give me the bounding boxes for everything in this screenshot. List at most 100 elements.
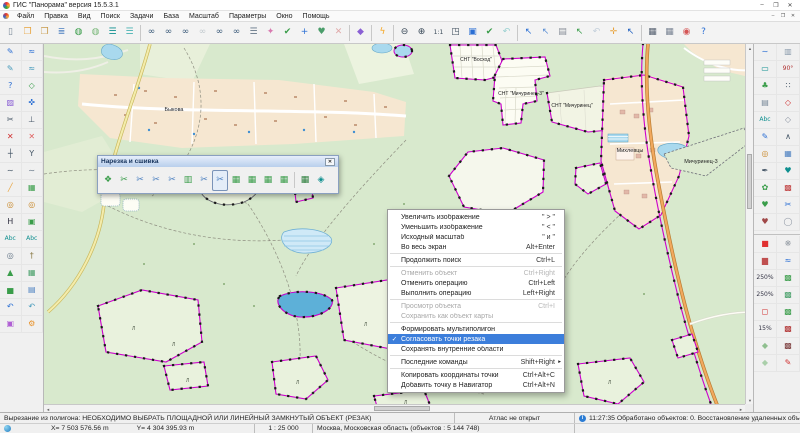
accept-operation-button[interactable]: ✔: [481, 24, 498, 42]
cut-fragment-del-button[interactable]: ▩: [777, 304, 800, 321]
menu-item-zoom-out[interactable]: Уменьшить изображение" < ": [388, 222, 564, 232]
select-area-button[interactable]: ↖: [537, 24, 554, 42]
select-fade-button[interactable]: ◆: [754, 355, 777, 372]
wave-blue-button[interactable]: ≈: [777, 253, 800, 270]
zoom-15-button[interactable]: 15%: [754, 321, 777, 338]
menu-item-zoom-in[interactable]: Увеличить изображение" > ": [388, 212, 564, 222]
edit-arc-button[interactable]: ∼: [0, 163, 22, 180]
edit-polyline-button[interactable]: ∼: [754, 44, 777, 61]
selected-pond[interactable]: [394, 45, 412, 57]
menu-item-match-cutter-points[interactable]: ✓Согласовать точки резака: [388, 334, 564, 344]
copy-map-button[interactable]: ◍: [87, 24, 104, 42]
menu-item-form-multipolygon[interactable]: Формировать мультиполигон: [388, 324, 564, 334]
measure-point-button[interactable]: ◎: [0, 248, 22, 265]
move-object-button[interactable]: ✜: [22, 95, 44, 112]
paste-object-button[interactable]: ▣: [22, 214, 44, 231]
ellipse-tool-button[interactable]: ◯: [777, 214, 800, 231]
copy-fragment-button[interactable]: ▦: [22, 265, 44, 282]
select-by-condition-button[interactable]: ✔: [279, 24, 296, 42]
stitch-objects-button[interactable]: ▥: [180, 170, 196, 191]
menu-масштаб[interactable]: Масштаб: [184, 11, 224, 21]
cut-by-frame-button[interactable]: ✂: [116, 170, 132, 191]
menu-item-original-scale[interactable]: Исходный масштаб" и ": [388, 232, 564, 242]
find-continue-button[interactable]: ∞: [177, 24, 194, 42]
close-button[interactable]: ✕: [783, 1, 797, 10]
profile-zigzag-button[interactable]: ∧: [777, 129, 800, 146]
pan-frame-button[interactable]: ▣: [464, 24, 481, 42]
child-maximize-button[interactable]: ❐: [778, 12, 788, 20]
open-map-button[interactable]: ❒: [19, 24, 36, 42]
branch-line-button[interactable]: Y: [22, 146, 44, 163]
scroll-down-arrow[interactable]: ▼: [746, 396, 753, 404]
delete-site-button[interactable]: ✕: [22, 129, 44, 146]
options-gear-button[interactable]: ⚙: [22, 316, 44, 333]
grid-red-button[interactable]: ▩: [777, 180, 800, 197]
horizontal-symbol-button[interactable]: H: [0, 214, 22, 231]
context-help-button[interactable]: ?: [695, 24, 712, 42]
grid-blue-button[interactable]: ▦: [777, 146, 800, 163]
object-list-button[interactable]: ☰: [245, 24, 262, 42]
find-by-name-button[interactable]: ∞: [160, 24, 177, 42]
label-abc-button[interactable]: Abc: [754, 112, 777, 129]
menu-item-add-point-to-navigator[interactable]: Добавить точку в НавигаторCtrl+Alt+N: [388, 380, 564, 390]
menu-поиск[interactable]: Поиск: [96, 11, 125, 21]
select-marked-button[interactable]: ♥: [313, 24, 330, 42]
child-minimize-button[interactable]: –: [768, 12, 778, 20]
selected-object-polygon[interactable]: [98, 290, 202, 362]
menu-item-copy-point-coordinates[interactable]: Копировать координаты точкиCtrl+Alt+C: [388, 370, 564, 380]
rotate-90-button[interactable]: 90°: [777, 61, 800, 78]
table-view-button[interactable]: ▤: [22, 282, 44, 299]
find-object-a-button[interactable]: ◎: [0, 197, 22, 214]
nodes-grid-button[interactable]: ∷: [777, 78, 800, 95]
pen-pipette-button[interactable]: ✒: [754, 163, 777, 180]
cut-stitch-close-button[interactable]: ✕: [325, 158, 335, 166]
search-lamp-button[interactable]: ◎: [754, 146, 777, 163]
semantic-doc-button[interactable]: ▤: [754, 95, 777, 112]
frame-teal-button[interactable]: ▭: [754, 61, 777, 78]
highlight-objects-button[interactable]: ✦: [262, 24, 279, 42]
cut-fragment-x-button[interactable]: ▩: [777, 270, 800, 287]
check-contour-button[interactable]: ◇: [22, 78, 44, 95]
vertical-scroll-thumb[interactable]: [747, 154, 752, 209]
hatch-fill-button[interactable]: ▥: [777, 44, 800, 61]
insert-point-button[interactable]: ┼: [0, 146, 22, 163]
region-select-button[interactable]: ◈: [313, 170, 329, 191]
find-site-button[interactable]: ◎: [22, 197, 44, 214]
horizontal-scroll-thumb[interactable]: [374, 406, 430, 411]
menu-задачи[interactable]: Задачи: [125, 11, 159, 21]
move-sheet-button[interactable]: ▦: [276, 170, 292, 191]
horizontal-scrollbar[interactable]: ◄ ►: [44, 404, 745, 412]
cut-by-line-button[interactable]: ✂: [196, 170, 212, 191]
create-object-button[interactable]: ✎: [0, 44, 22, 61]
vertical-scrollbar[interactable]: ▲ ▼: [745, 44, 753, 404]
heart-dark-button[interactable]: ♥: [754, 214, 777, 231]
arrow-pointer-button[interactable]: ↖: [622, 24, 639, 42]
image-align-button[interactable]: ▣: [0, 316, 22, 333]
heart-green-button[interactable]: ♥: [754, 197, 777, 214]
zoom-in-button[interactable]: ⊕: [413, 24, 430, 42]
menu-вид[interactable]: Вид: [73, 11, 96, 21]
cut-tool-button[interactable]: ✂: [0, 112, 22, 129]
menu-item-cancel-operation[interactable]: Отменить операциюCtrl+Left: [388, 278, 564, 288]
map-pointer-button[interactable]: ↖: [571, 24, 588, 42]
color-palette-button[interactable]: ◉: [678, 24, 695, 42]
print-button[interactable]: ▦: [644, 24, 661, 42]
topology-key-button[interactable]: ✛: [605, 24, 622, 42]
diagram-build-button[interactable]: ▅: [0, 282, 22, 299]
menu-правка[interactable]: Правка: [39, 11, 73, 21]
flag-grid-red-button[interactable]: ▩: [777, 321, 800, 338]
gear-flower-button[interactable]: ❋: [777, 236, 800, 253]
zoom-250-button[interactable]: 250%: [754, 287, 777, 304]
select-panel-button[interactable]: ↖: [520, 24, 537, 42]
spline-smooth-button[interactable]: ≈: [22, 61, 44, 78]
quick-redraw-button[interactable]: ϟ: [374, 24, 391, 42]
scroll-right-arrow[interactable]: ►: [737, 405, 745, 412]
menu-item-keep-inner-areas[interactable]: Сохранять внутренние области: [388, 344, 564, 354]
minimize-button[interactable]: –: [755, 1, 769, 10]
delete-object-button[interactable]: ✕: [0, 129, 22, 146]
triangulation-net-button[interactable]: ▲: [0, 265, 22, 282]
zoom-out-button[interactable]: ⊖: [396, 24, 413, 42]
menu-параметры[interactable]: Параметры: [224, 11, 271, 21]
map-legend-button[interactable]: ◆: [352, 24, 369, 42]
find-marked-button[interactable]: ∞: [211, 24, 228, 42]
